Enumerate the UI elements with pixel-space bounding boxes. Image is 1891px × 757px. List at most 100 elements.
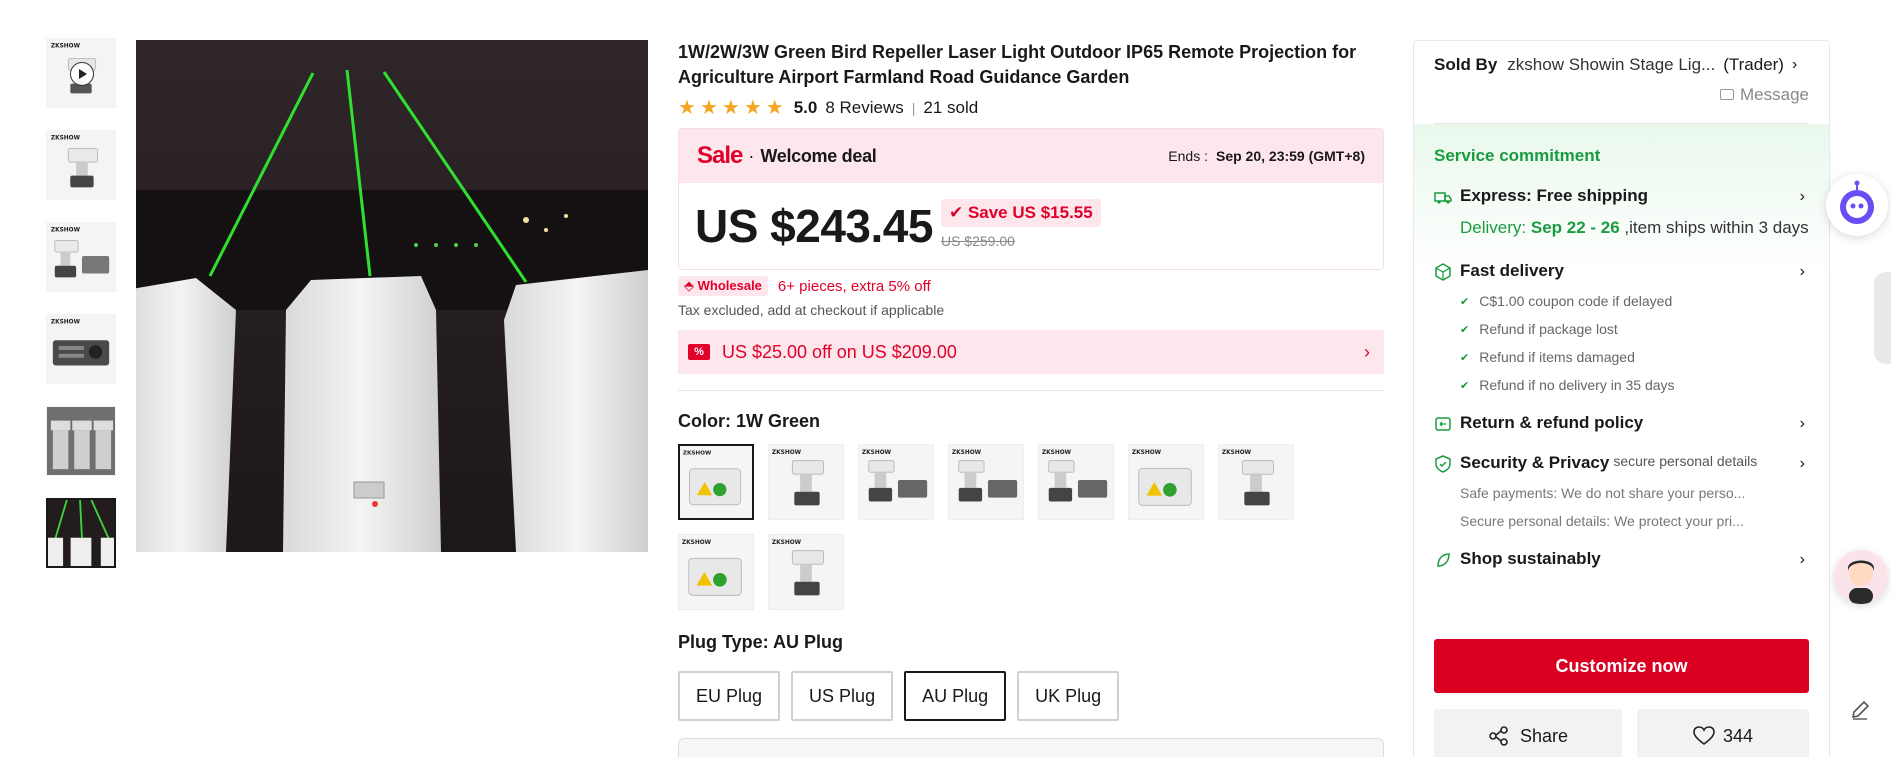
color-swatch-1[interactable]: ZKSHOW [678,444,754,520]
fast-delivery-row[interactable]: Fast delivery › [1434,261,1809,281]
svg-text:ZKSHOW: ZKSHOW [51,136,81,142]
security-sub: secure personal details [1613,453,1758,469]
main-product-image[interactable] [136,40,648,552]
thumbnail-6[interactable] [46,498,116,568]
svg-text:ZKSHOW: ZKSHOW [772,540,802,546]
color-swatch-9[interactable]: ZKSHOW [768,534,844,610]
side-tab[interactable] [1874,272,1891,364]
save-badge: ✔︎ Save US $15.55 [940,199,1101,227]
edit-icon[interactable] [1846,696,1874,724]
rating-row: ★ ★ ★ ★ ★ 5.0 8 Reviews | 21 sold [678,98,1384,118]
plug-label: Plug Type: AU Plug [678,632,844,652]
thumbnail-4[interactable]: ZKSHOW [46,314,116,384]
plug-option-eu[interactable]: EU Plug [678,671,781,721]
quantity-section [678,738,1384,757]
service-title: Service commitment [1434,146,1601,165]
color-swatch-5[interactable]: ZKSHOW [1038,444,1114,520]
message-icon [1720,89,1735,100]
star-icon: ★ [699,97,718,119]
svg-text:ZKSHOW: ZKSHOW [51,320,81,326]
return-policy-row[interactable]: Return & refund policy › [1434,413,1809,433]
star-icon: ★ [678,97,696,119]
reviews-link[interactable]: 8 Reviews [825,98,903,118]
box-icon [1435,263,1451,281]
truck-icon [1434,192,1452,204]
color-swatch-4[interactable]: ZKSHOW [948,444,1024,520]
chevron-right-icon: › [1364,342,1370,362]
heart-icon [1693,726,1715,746]
security-line: Safe payments: We do not share your pers… [1460,485,1746,501]
customize-button[interactable]: Customize now [1434,639,1809,693]
thumbnail-video[interactable]: ZKSHOW [46,38,116,108]
price-tag-icon: ⬘ [684,278,698,293]
svg-text:ZKSHOW: ZKSHOW [952,450,982,456]
chevron-right-icon: › [1799,263,1805,280]
rating-score: 5.0 [793,98,818,117]
color-swatch-2[interactable]: ZKSHOW [768,444,844,520]
store-name[interactable]: zkshow Showin Stage Lig... [1507,55,1715,75]
leaf-icon [1437,553,1450,567]
wishlist-count: 344 [1722,725,1754,746]
color-swatch-6[interactable]: ZKSHOW [1128,444,1204,520]
sale-ends: Ends : Sep 20, 23:59 (GMT+8) [1168,148,1365,164]
express-shipping-row[interactable]: Express: Free shipping › [1434,186,1809,206]
color-swatches: ZKSHOW ZKSHOW ZKSHOW ZKSHOW ZKSHOW ZKSHO… [678,444,1308,624]
thumbnail-2[interactable]: ZKSHOW [46,130,116,200]
delivery-dates: Sep 22 - 26 [1530,218,1620,237]
coupon-banner[interactable]: % US $25.00 off on US $209.00 › [678,330,1384,374]
return-icon [1435,417,1451,431]
security-title: Security & Privacy [1460,453,1610,472]
chevron-right-icon: › [1799,188,1805,205]
sold-by-label: Sold By [1434,55,1498,74]
delivery-rest: ,item ships within 3 days [1619,218,1809,237]
star-icon: ★ [765,97,784,119]
sold-count: 21 sold [923,98,979,117]
sustain-title: Shop sustainably [1460,549,1601,568]
wholesale-text: 6+ pieces, extra 5% off [777,277,931,295]
sale-banner: Sale · Welcome deal Ends : Sep 20, 23:59 … [679,129,1383,183]
wholesale-row: ⬘ Wholesale 6+ pieces, extra 5% off [678,276,1384,296]
rating-separator: | [911,100,916,116]
star-icon: ★ [743,97,762,119]
coupon-text: US $25.00 off on US $209.00 [722,341,957,362]
security-line: Secure personal details: We protect your… [1460,513,1744,529]
thumbnail-3[interactable]: ZKSHOW [46,222,116,292]
message-button[interactable]: Message [1414,85,1829,105]
svg-text:ZKSHOW: ZKSHOW [862,450,892,456]
product-info: 1W/2W/3W Green Bird Repeller Laser Light… [678,40,1384,721]
avatar-icon [1834,550,1888,604]
sold-by-row[interactable]: Sold By zkshow Showin Stage Lig... (Trad… [1414,41,1829,75]
color-swatch-3[interactable]: ZKSHOW [858,444,934,520]
wishlist-button[interactable]: 344 [1637,709,1809,757]
plug-options: EU Plug US Plug AU Plug UK Plug [678,671,1384,721]
plug-option-uk[interactable]: UK Plug [1017,671,1120,721]
ai-assistant-button[interactable] [1826,174,1888,236]
divider [678,390,1384,391]
save-amount: Save US $15.55 [967,203,1093,222]
color-swatch-7[interactable]: ZKSHOW [1218,444,1294,520]
chevron-right-icon: › [1799,415,1805,432]
price-row: US $243.45 ✔︎ Save US $15.55 US $259.00 [679,183,1383,269]
share-button[interactable]: Share [1434,709,1622,757]
sustain-row[interactable]: Shop sustainably › [1434,549,1809,569]
sale-dot: · [748,145,755,166]
plug-option-au[interactable]: AU Plug [904,671,1007,721]
color-swatch-8[interactable]: ZKSHOW [678,534,754,610]
thumbnail-strip: ZKSHOW ZKSHOW ZKSHOW ZKSHOW [46,38,118,590]
robot-icon [1840,180,1874,224]
original-price: US $259.00 [940,233,1015,249]
svg-text:ZKSHOW: ZKSHOW [51,228,81,234]
chevron-right-icon: › [1791,56,1798,73]
shield-icon [1435,455,1451,473]
star-icon: ★ [721,97,740,119]
welcome-deal-label: Welcome deal [760,145,877,166]
thumbnail-5[interactable] [46,406,116,476]
support-avatar[interactable] [1834,550,1888,604]
plug-option-us[interactable]: US Plug [791,671,894,721]
plug-value: AU Plug [773,632,844,652]
svg-text:ZKSHOW: ZKSHOW [1132,450,1162,456]
return-title: Return & refund policy [1460,413,1644,432]
security-row[interactable]: Security & Privacy secure personal detail… [1434,453,1809,473]
svg-text:ZKSHOW: ZKSHOW [1222,450,1252,456]
svg-text:ZKSHOW: ZKSHOW [772,450,802,456]
